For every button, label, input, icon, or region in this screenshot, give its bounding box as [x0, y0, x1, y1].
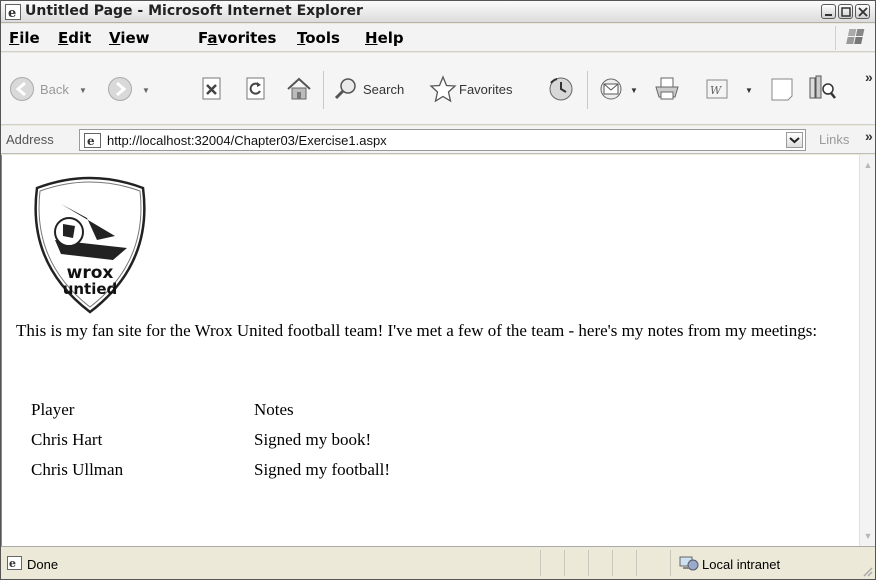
page-loaded-icon: e — [7, 556, 22, 570]
window-title: Untitled Page - Microsoft Internet Explo… — [25, 3, 363, 19]
star-icon — [429, 75, 457, 103]
history-button[interactable] — [547, 76, 575, 104]
maximize-icon — [841, 7, 851, 17]
table-row: Chris Hart Signed my book! — [31, 428, 531, 458]
forward-arrow-icon — [108, 77, 132, 101]
menu-tools[interactable]: Tools — [297, 29, 340, 47]
status-pane — [588, 550, 612, 576]
close-icon — [858, 7, 868, 17]
page-content: wrox untied This is my fan site for the … — [1, 155, 859, 546]
favorites-label: Favorites — [459, 82, 513, 97]
standard-toolbar: Back ▼ ▼ Search Favorites ▼ W ▼ » — [1, 53, 875, 125]
back-arrow-icon — [10, 77, 34, 101]
toolbar-separator — [587, 71, 588, 109]
menu-favorites[interactable]: Favorites — [198, 29, 276, 47]
local-intranet-icon — [679, 556, 699, 571]
back-dropdown-icon[interactable]: ▼ — [79, 86, 87, 95]
ie-logo-icon: e — [5, 4, 21, 20]
status-pane — [540, 550, 564, 576]
address-url[interactable]: http://localhost:32004/Chapter03/Exercis… — [107, 133, 387, 148]
wrox-united-logo: wrox untied — [34, 176, 146, 314]
menu-file[interactable]: File — [9, 29, 40, 47]
printer-icon — [655, 77, 679, 100]
back-label: Back — [40, 82, 69, 97]
status-text: Done — [27, 557, 59, 572]
forward-button[interactable]: ▼ — [107, 76, 155, 104]
research-icon — [809, 75, 836, 99]
player-cell: Chris Ullman — [31, 460, 124, 479]
print-button[interactable] — [653, 76, 681, 104]
refresh-button[interactable] — [245, 76, 269, 104]
menu-view[interactable]: View — [109, 29, 150, 47]
research-button[interactable] — [807, 75, 839, 104]
title-bar[interactable]: e Untitled Page - Microsoft Internet Exp… — [1, 1, 875, 23]
toolbar-separator — [323, 71, 324, 109]
history-icon — [549, 77, 573, 101]
mail-icon — [600, 78, 622, 100]
search-icon — [334, 78, 356, 100]
table-header-row: Player Notes — [31, 398, 531, 428]
mail-dropdown-icon[interactable]: ▼ — [630, 86, 638, 95]
notes-table: Player Notes Chris Hart Signed my book! … — [31, 398, 531, 488]
status-pane — [636, 550, 670, 576]
search-button[interactable]: Search — [333, 76, 421, 104]
player-cell: Chris Hart — [31, 430, 103, 449]
scroll-up-icon[interactable]: ▲ — [860, 157, 876, 173]
windows-flag-icon — [835, 26, 869, 50]
discuss-icon — [771, 78, 793, 101]
forward-dropdown-icon[interactable]: ▼ — [142, 86, 150, 95]
refresh-icon — [246, 77, 265, 100]
address-label: Address — [6, 132, 54, 147]
edit-dropdown-icon[interactable]: ▼ — [745, 86, 753, 95]
column-header-player: Player — [31, 400, 75, 419]
svg-text:e: e — [87, 134, 95, 148]
stop-icon — [202, 77, 221, 100]
home-button[interactable] — [285, 76, 313, 104]
links-button[interactable]: Links — [819, 132, 849, 147]
status-pane — [564, 550, 588, 576]
page-icon: e — [84, 133, 101, 148]
menu-bar: File Edit View Favorites Tools Help — [1, 24, 875, 52]
status-pane — [612, 550, 636, 576]
close-button[interactable] — [855, 4, 870, 19]
minimize-button[interactable] — [821, 4, 836, 19]
vertical-scrollbar[interactable]: ▲ ▼ — [859, 155, 875, 546]
links-overflow-icon[interactable]: » — [865, 128, 873, 144]
mail-button[interactable]: ▼ — [599, 76, 643, 104]
minimize-icon — [825, 14, 832, 16]
address-input[interactable]: e http://localhost:32004/Chapter03/Exerc… — [79, 129, 806, 151]
zone-label: Local intranet — [702, 557, 781, 572]
table-row: Chris Ullman Signed my football! — [31, 458, 531, 488]
notes-cell: Signed my football! — [254, 460, 390, 479]
status-bar: e Done Local intranet — [1, 546, 875, 579]
address-bar: Address e http://localhost:32004/Chapter… — [1, 126, 875, 154]
address-dropdown-button[interactable] — [786, 132, 803, 148]
notes-cell: Signed my book! — [254, 430, 372, 449]
discuss-button[interactable] — [769, 76, 799, 104]
maximize-button[interactable] — [838, 4, 853, 19]
svg-text:e: e — [9, 557, 16, 570]
menu-help[interactable]: Help — [365, 29, 404, 47]
favorites-button[interactable]: Favorites — [429, 75, 533, 104]
logo-line2: untied — [63, 280, 118, 298]
chevron-down-icon — [789, 137, 800, 144]
menu-edit[interactable]: Edit — [58, 29, 91, 47]
back-button[interactable]: Back ▼ — [9, 76, 89, 104]
search-label: Search — [363, 82, 405, 97]
resize-grip-icon[interactable] — [861, 565, 873, 577]
scroll-down-icon[interactable]: ▼ — [860, 528, 876, 544]
browser-window: e Untitled Page - Microsoft Internet Exp… — [0, 0, 876, 580]
svg-text:W: W — [710, 84, 723, 97]
column-header-notes: Notes — [254, 400, 294, 419]
toolbar-overflow-icon[interactable]: » — [865, 69, 873, 85]
word-document-icon: W — [706, 79, 728, 99]
home-icon — [287, 77, 311, 100]
svg-text:e: e — [8, 6, 16, 20]
intro-paragraph: This is my fan site for the Wrox United … — [16, 321, 818, 340]
edit-button[interactable]: W ▼ — [705, 76, 761, 104]
stop-button[interactable] — [201, 76, 225, 104]
